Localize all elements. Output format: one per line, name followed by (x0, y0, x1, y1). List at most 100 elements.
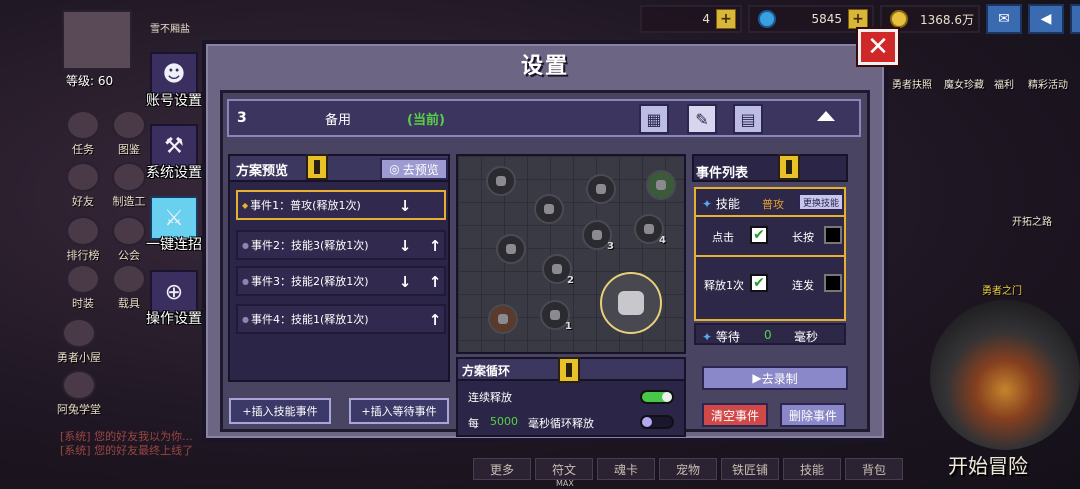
wait-unit: 毫秒 (794, 330, 819, 344)
skill-slot[interactable] (534, 194, 564, 224)
clear-events-button[interactable]: 清空事件 (702, 403, 768, 427)
info-icon[interactable] (778, 154, 800, 180)
menu-task[interactable]: 任务 (62, 110, 104, 157)
attack-button-icon[interactable] (600, 272, 662, 334)
once-checkbox[interactable]: ✔ (750, 274, 768, 292)
divider (696, 215, 844, 217)
right-label-hero[interactable]: 勇者扶照 (892, 76, 932, 91)
nav-bag[interactable]: 背包 (845, 458, 903, 480)
skill-slot-4[interactable]: 4 (634, 214, 666, 246)
info-icon[interactable] (558, 357, 580, 383)
menu-friends[interactable]: 好友 (62, 162, 104, 209)
interval-value[interactable]: 5000 (490, 415, 518, 428)
move-up-button[interactable]: ↑ (428, 237, 442, 255)
move-up-button[interactable]: ↑ (428, 311, 442, 329)
wait-value[interactable]: 0 (764, 328, 772, 342)
skill-slot[interactable] (586, 174, 616, 204)
tab-control-settings[interactable]: ⊕ 操作设置 (143, 262, 205, 328)
player-avatar[interactable] (62, 10, 132, 70)
game-screen: 4 + 5845 + 1368.6万 ✉ ◀ ⚙ 雪不厢盐 等级: 60 任务 … (0, 0, 1080, 489)
continuous-toggle[interactable] (640, 390, 674, 404)
menu-fashion[interactable]: 时装 (62, 264, 104, 311)
nav-skills[interactable]: 技能 (783, 458, 841, 480)
skill-slot-2[interactable]: 2 (542, 254, 574, 286)
fashion-icon (66, 264, 100, 294)
event-row[interactable]: ● 事件3：技能2(释放1次) ↓ ↑ (236, 266, 446, 296)
skill-slot-1[interactable]: 1 (540, 300, 572, 332)
chat-log[interactable]: [系统] 您的好友我以为你... [系统] 您的好友最终上线了 (60, 430, 193, 458)
scheme-selector[interactable]: 3 备用 (当前) ▦ ✎ ▤ (227, 99, 861, 137)
menu-hero-house[interactable]: 勇者小屋 (57, 318, 101, 365)
nav-runes[interactable]: 符文 (535, 458, 593, 480)
right-label-gate[interactable]: 勇者之门 (982, 282, 1022, 297)
gem-count: 4 (702, 12, 710, 26)
clipboard-icon: ▤ (740, 109, 756, 129)
info-icon[interactable] (306, 154, 328, 180)
change-skill-button[interactable]: 更换技能 (798, 193, 844, 211)
move-down-button[interactable]: ↓ (398, 237, 412, 255)
tab-account-settings[interactable]: ☻ 账号设置 (143, 44, 205, 110)
move-down-button[interactable]: ↓ (398, 197, 412, 215)
rename-scheme-button[interactable]: ✎ (687, 104, 717, 134)
nav-soulcard[interactable]: 魂卡 (597, 458, 655, 480)
move-up-button[interactable]: ↑ (428, 273, 442, 291)
task-icon (66, 110, 100, 140)
current-tag: (当前) (407, 112, 445, 128)
nav-more[interactable]: 更多 (473, 458, 531, 480)
close-button[interactable]: ✕ (856, 27, 900, 67)
collapse-arrow-icon[interactable] (817, 111, 835, 121)
bullet-icon: ● (242, 240, 249, 250)
event-row[interactable]: ● 事件4：技能1(释放1次) ↑ (236, 304, 446, 334)
nav-blacksmith[interactable]: 铁匠铺 (721, 458, 779, 480)
skill-slot[interactable] (496, 234, 526, 264)
bullet-icon: ◆ (242, 200, 249, 210)
right-label-witch[interactable]: 魔女珍藏 (944, 76, 984, 91)
go-preview-button[interactable]: ◎ 去预览 (380, 158, 448, 180)
once-label: 释放1次 (704, 279, 744, 292)
right-label-frontier[interactable]: 开拓之路 (1012, 213, 1052, 228)
chat-line: [系统] 您的好友我以为你... (60, 430, 193, 443)
diamond-count: 5845 (811, 12, 842, 26)
event-detail-panel: ✦ 技能 普攻 更换技能 点击 ✔ 长按 释放1次 ✔ 连发 (694, 187, 846, 321)
repeat-checkbox[interactable] (824, 274, 842, 292)
copy-scheme-button[interactable]: ▤ (733, 104, 763, 134)
insert-skill-event-button[interactable]: + 插入技能事件 (229, 398, 331, 424)
delete-scheme-button[interactable]: ▦ (639, 104, 669, 134)
tab-system-settings[interactable]: ⚒ 系统设置 (143, 116, 205, 182)
mail-button[interactable]: ✉ (986, 4, 1022, 34)
tab-one-key-combo[interactable]: ⚔ 一键连招 (143, 188, 205, 254)
sound-button[interactable]: ◀ (1028, 4, 1064, 34)
record-button[interactable]: ▶ 去录制 (702, 366, 848, 390)
scheme-loop-panel: 方案循环 连续释放 每 5000 毫秒循环释放 (456, 357, 686, 437)
move-down-button[interactable]: ↓ (398, 273, 412, 291)
diamond-resource: 5845 + (748, 5, 874, 33)
add-diamond-button[interactable]: + (848, 9, 868, 29)
hold-checkbox[interactable] (824, 226, 842, 244)
skill-slot[interactable] (646, 170, 676, 200)
house-icon (62, 318, 96, 348)
start-adventure-button[interactable]: 开始冒险 (948, 450, 1028, 479)
dialog-title: 设置 (520, 54, 569, 79)
skill-slot[interactable] (486, 166, 516, 196)
add-gem-button[interactable]: + (716, 9, 736, 29)
type-label: ✦ 技能 (702, 197, 740, 211)
skill-slot-3[interactable]: 3 (582, 220, 614, 252)
eraser-icon: ✎ (695, 109, 709, 129)
scheme-preview-panel: 方案预览 ◎ 去预览 ◆ 事件1：普攻(释放1次) ↓ ● 事件2：技能3(释放1次)… (228, 154, 450, 382)
bottom-nav: 更多 符文 魂卡 宠物 铁匠铺 技能 背包 (473, 458, 903, 480)
right-label-welfare[interactable]: 福利 (994, 76, 1014, 91)
settings-button[interactable]: ⚙ (1070, 4, 1080, 34)
menu-academy[interactable]: 阿兔学堂 (57, 370, 101, 417)
delete-event-button[interactable]: 删除事件 (780, 403, 846, 427)
insert-wait-event-button[interactable]: + 插入等待事件 (349, 398, 449, 424)
potion-slot[interactable] (488, 304, 518, 334)
nav-pets[interactable]: 宠物 (659, 458, 717, 480)
menu-ranking[interactable]: 排行榜 (62, 216, 104, 263)
event-row[interactable]: ● 事件2：技能3(释放1次) ↓ ↑ (236, 230, 446, 260)
close-icon: ✕ (867, 32, 889, 62)
gem-resource: 4 + (640, 5, 742, 33)
interval-toggle[interactable] (640, 415, 674, 429)
event-row[interactable]: ◆ 事件1：普攻(释放1次) ↓ (236, 190, 446, 220)
right-label-events[interactable]: 精彩活动 (1028, 76, 1068, 91)
tap-checkbox[interactable]: ✔ (750, 226, 768, 244)
